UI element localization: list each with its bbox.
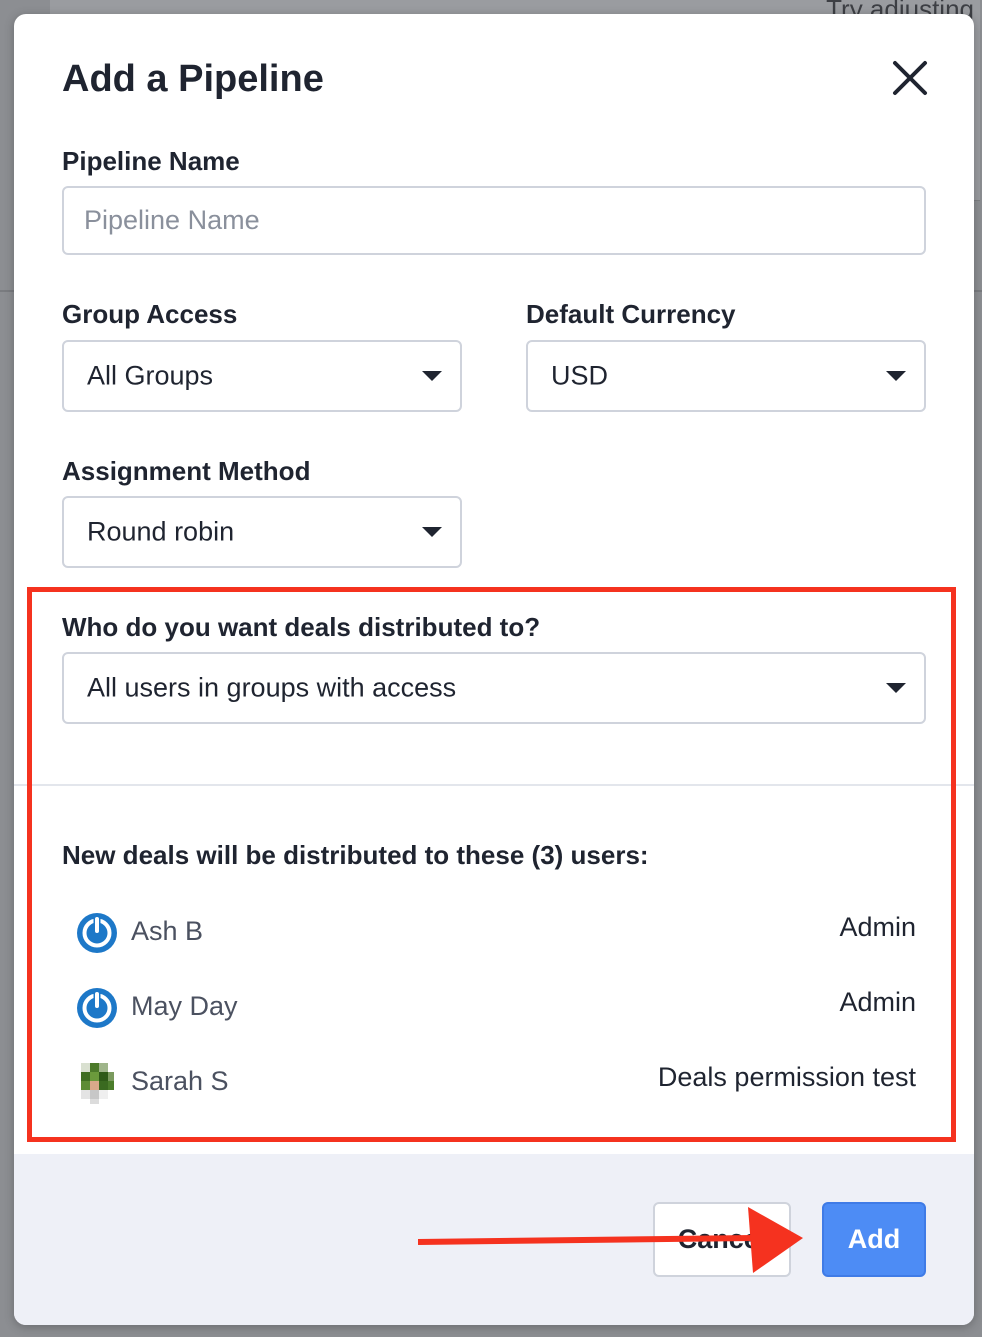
group-access-select[interactable]: All Groups <box>62 340 462 412</box>
background-divider <box>0 290 14 292</box>
user-name: Sarah S <box>131 1066 229 1096</box>
section-divider <box>14 784 974 786</box>
close-icon[interactable] <box>890 58 930 98</box>
user-role: Admin <box>839 912 916 942</box>
list-item: May Day Admin <box>76 985 916 1035</box>
cancel-button[interactable]: Cancel <box>653 1202 791 1277</box>
user-name: May Day <box>131 991 238 1021</box>
chevron-down-icon <box>422 371 442 381</box>
assignment-method-label: Assignment Method <box>62 456 311 486</box>
distribution-label: Who do you want deals distributed to? <box>62 612 541 642</box>
modal-title: Add a Pipeline <box>62 58 324 100</box>
list-item: Ash B Admin <box>76 910 916 960</box>
pipeline-name-label: Pipeline Name <box>62 146 240 176</box>
assignment-method-value: Round robin <box>87 516 235 547</box>
default-currency-select[interactable]: USD <box>526 340 926 412</box>
chevron-down-icon <box>886 371 906 381</box>
list-item: Sarah S Deals permission test <box>76 1060 916 1110</box>
group-access-value: All Groups <box>87 360 214 391</box>
chevron-down-icon <box>422 527 442 537</box>
distribution-select[interactable]: All users in groups with access <box>62 652 926 724</box>
add-button[interactable]: Add <box>822 1202 926 1277</box>
distribution-value: All users in groups with access <box>87 672 457 703</box>
default-currency-value: USD <box>551 360 609 391</box>
group-access-label: Group Access <box>62 299 238 329</box>
chevron-down-icon <box>886 683 906 693</box>
user-role: Deals permission test <box>657 1062 916 1092</box>
power-logo-icon <box>77 988 117 1028</box>
assignment-method-select[interactable]: Round robin <box>62 496 462 568</box>
background-divider <box>974 290 982 292</box>
user-role: Admin <box>839 987 916 1017</box>
pipeline-name-input[interactable] <box>62 186 926 255</box>
user-name: Ash B <box>131 916 204 946</box>
pixel-avatar-icon <box>81 1063 114 1104</box>
add-pipeline-modal: Add a Pipeline Pipeline Name Group Acces… <box>14 14 974 1325</box>
default-currency-label: Default Currency <box>526 299 736 329</box>
power-logo-icon <box>77 913 117 953</box>
users-heading: New deals will be distributed to these (… <box>62 840 649 870</box>
